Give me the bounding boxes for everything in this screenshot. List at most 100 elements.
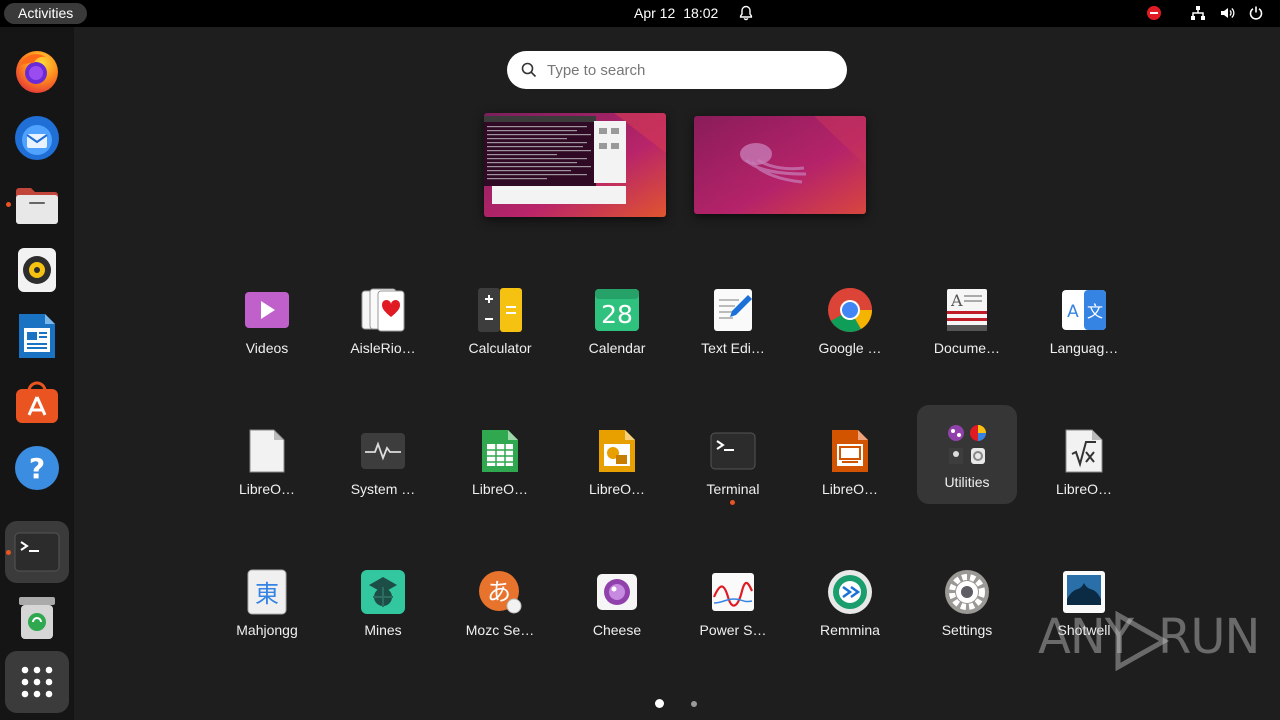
app-label: Mozc Se… [465, 622, 535, 638]
firefox-icon [16, 51, 58, 93]
search-bar[interactable] [507, 51, 847, 89]
activities-button[interactable]: Activities [4, 3, 88, 24]
app-libreoffice-math[interactable]: LibreO… [1034, 414, 1134, 514]
dock-item-thunderbird[interactable] [5, 107, 69, 169]
app-label: LibreO… [238, 481, 296, 497]
app-libreoffice[interactable]: LibreO… [217, 414, 317, 514]
dock-item-terminal[interactable] [5, 521, 69, 583]
network-icon[interactable] [1190, 5, 1206, 21]
svg-text:?: ? [29, 452, 45, 485]
app-label: Remmina [820, 622, 880, 638]
app-mines[interactable]: Mines [333, 555, 433, 655]
app-remmina[interactable]: Remmina [800, 555, 900, 655]
running-indicator [6, 550, 11, 555]
system-monitor-icon [361, 433, 405, 469]
document-viewer-icon: A [947, 289, 987, 331]
thunderbird-icon [15, 116, 59, 160]
mines-icon [361, 570, 405, 614]
libreoffice-calc-icon [482, 430, 518, 472]
dock: ? [0, 27, 74, 720]
watermark-text-right: RUN [1158, 609, 1260, 665]
app-google-chrome[interactable]: Google … [800, 273, 900, 373]
files-icon [16, 188, 58, 224]
app-cheese[interactable]: Cheese [567, 555, 667, 655]
app-label: Docume… [933, 340, 1001, 356]
app-power-statistics[interactable]: Power S… [683, 555, 783, 655]
do-not-disturb-icon[interactable] [1146, 5, 1162, 21]
app-label: Settings [941, 622, 993, 638]
libreoffice-icon [249, 429, 285, 473]
libreoffice-writer-icon [19, 314, 55, 358]
settings-icon [945, 570, 989, 614]
app-libreoffice-draw[interactable]: LibreO… [567, 414, 667, 514]
show-applications-button[interactable] [5, 651, 69, 713]
app-calculator[interactable]: Calculator [450, 273, 550, 373]
search-icon [521, 62, 537, 78]
workspace-thumbnail-2[interactable] [694, 116, 866, 214]
dock-item-help[interactable]: ? [5, 437, 69, 499]
app-settings[interactable]: Settings [917, 555, 1017, 655]
app-text-editor[interactable]: Text Edi… [683, 273, 783, 373]
page-indicator-1[interactable] [655, 699, 664, 708]
dock-item-app-center[interactable] [5, 371, 69, 433]
app-label: LibreO… [821, 481, 879, 497]
app-label: Languag… [1049, 340, 1119, 356]
workspace-thumbnail-1[interactable] [484, 113, 666, 217]
power-statistics-icon [712, 573, 754, 611]
dock-item-writer[interactable] [5, 305, 69, 367]
app-label: Calendar [588, 340, 646, 356]
svg-text:28: 28 [601, 300, 633, 329]
clock[interactable]: Apr 12 18:02 [634, 4, 718, 22]
page-indicator-2[interactable] [691, 701, 697, 707]
running-indicator [6, 202, 11, 207]
clock-time: 18:02 [683, 5, 719, 21]
app-aisleriot[interactable]: AisleRio… [333, 273, 433, 373]
volume-icon[interactable] [1219, 5, 1235, 21]
dock-item-firefox[interactable] [5, 41, 69, 103]
app-label: Power S… [699, 622, 767, 638]
app-label: Mines [364, 622, 402, 638]
dock-item-trash[interactable] [5, 587, 69, 649]
clock-date: Apr 12 [634, 5, 676, 21]
mozc-icon: あ [479, 571, 522, 614]
calendar-icon: 28 [595, 289, 639, 331]
app-label: Text Edi… [701, 340, 765, 356]
dock-item-files[interactable] [5, 173, 69, 235]
app-document-viewer[interactable]: A Docume… [917, 273, 1017, 373]
app-folder-utilities[interactable]: Utilities [917, 405, 1017, 504]
app-label: LibreO… [588, 481, 646, 497]
app-label: System … [350, 481, 416, 497]
app-label: LibreO… [1055, 481, 1113, 497]
search-input[interactable] [547, 58, 827, 82]
text-editor-icon [714, 289, 752, 331]
svg-text:A: A [950, 291, 963, 310]
bell-icon[interactable] [738, 5, 754, 21]
svg-text:東: 東 [255, 580, 279, 608]
calculator-icon [478, 288, 522, 332]
app-system-monitor[interactable]: System … [333, 414, 433, 514]
app-libreoffice-calc[interactable]: LibreO… [450, 414, 550, 514]
app-calendar[interactable]: 28 Calendar [567, 273, 667, 373]
app-label: Cheese [592, 622, 642, 638]
svg-text:あ: あ [487, 578, 511, 606]
terminal-icon [14, 532, 60, 572]
dock-item-rhythmbox[interactable] [5, 239, 69, 301]
app-videos[interactable]: Videos [217, 273, 317, 373]
rhythmbox-icon [18, 248, 56, 292]
app-language-support[interactable]: A 文 Languag… [1034, 273, 1134, 373]
app-mozc-setup[interactable]: あ Mozc Se… [450, 555, 550, 655]
app-label: AisleRio… [350, 340, 416, 356]
overview: Videos AisleRio… Calculator [74, 27, 1280, 720]
app-label: Utilities [944, 474, 990, 490]
app-terminal[interactable]: Terminal [683, 414, 783, 514]
app-label: Google … [818, 340, 882, 356]
aisleriot-icon [361, 288, 405, 332]
app-label: Mahjongg [236, 622, 298, 638]
trash-icon [19, 597, 55, 639]
libreoffice-math-icon [1065, 429, 1103, 473]
chrome-icon [828, 288, 872, 332]
top-bar: Activities Apr 12 18:02 [0, 0, 1280, 27]
power-icon[interactable] [1248, 5, 1264, 21]
app-libreoffice-impress[interactable]: LibreO… [800, 414, 900, 514]
app-mahjongg[interactable]: 東 Mahjongg [217, 555, 317, 655]
